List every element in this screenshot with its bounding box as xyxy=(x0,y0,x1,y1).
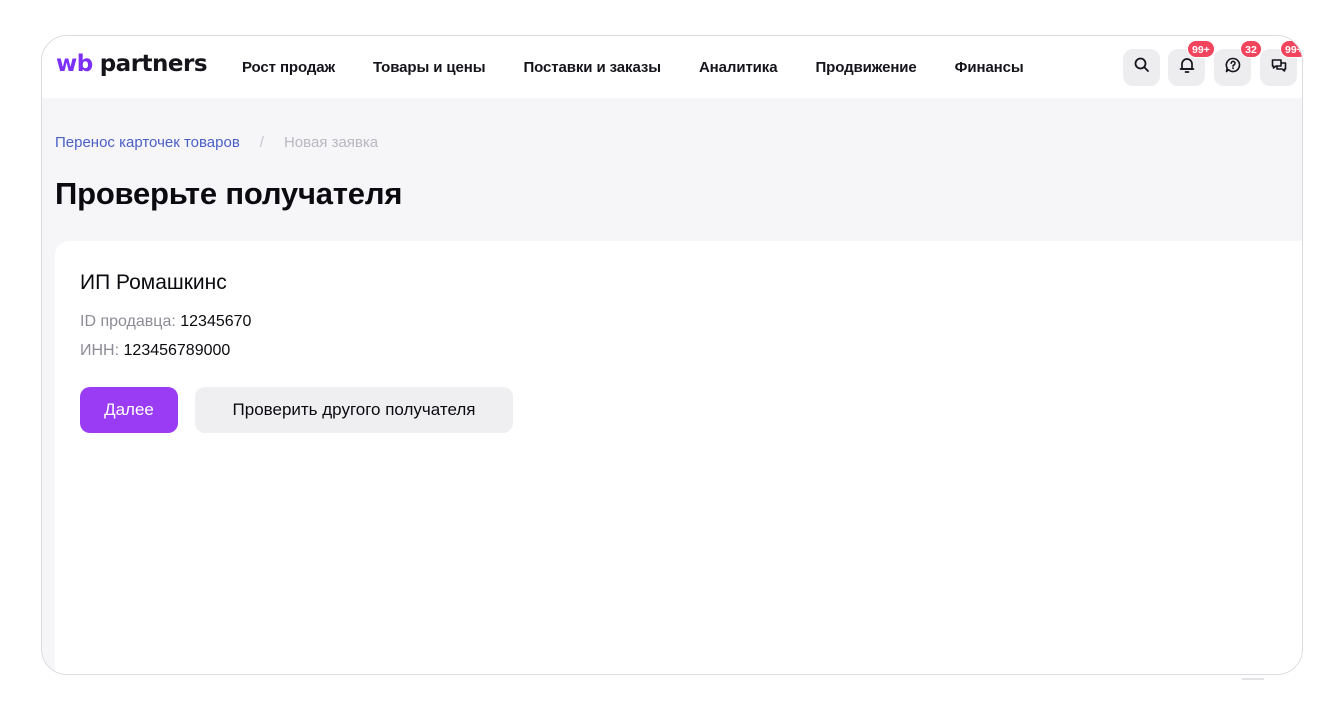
breadcrumb-separator: / xyxy=(259,134,264,151)
search-icon xyxy=(1133,56,1151,79)
questions-button[interactable]: 32 xyxy=(1214,40,1262,86)
seller-id-label: ID продавца: xyxy=(80,313,176,330)
search-button[interactable] xyxy=(1123,49,1160,86)
nav-item-sales-growth[interactable]: Рост продаж xyxy=(242,59,335,76)
breadcrumb-current: Новая заявка xyxy=(283,134,379,151)
question-chat-icon xyxy=(1224,56,1242,79)
logo-wb: wb xyxy=(56,51,93,77)
scrollbar-hint xyxy=(1242,678,1264,680)
chats-button[interactable]: 99+ xyxy=(1260,40,1302,86)
page-title: Проверьте получателя xyxy=(55,176,403,211)
wb-partners-logo[interactable]: wb partners xyxy=(56,51,208,81)
nav-item-analytics[interactable]: Аналитика xyxy=(699,59,778,76)
nav-item-finance[interactable]: Финансы xyxy=(955,59,1024,76)
nav-item-products-prices[interactable]: Товары и цены xyxy=(373,59,486,76)
notifications-badge: 99+ xyxy=(1187,40,1215,58)
breadcrumb: Перенос карточек товаров / Новая заявка xyxy=(55,134,378,151)
recipient-card: ИП Ромашкинс ID продавца: 12345670 ИНН: … xyxy=(55,241,1302,674)
inn-label: ИНН: xyxy=(80,342,120,359)
seller-id-value: 12345670 xyxy=(180,313,252,330)
breadcrumb-link[interactable]: Перенос карточек товаров xyxy=(55,134,240,151)
inn-row: ИНН: 123456789000 xyxy=(80,342,230,360)
notifications-button[interactable]: 99+ xyxy=(1168,40,1215,86)
next-button[interactable]: Далее xyxy=(80,387,178,433)
logo-partners: partners xyxy=(99,51,208,77)
nav-item-supplies-orders[interactable]: Поставки и заказы xyxy=(523,59,661,76)
check-other-recipient-button[interactable]: Проверить другого получателя xyxy=(195,387,513,433)
main-nav: Рост продаж Товары и цены Поставки и зак… xyxy=(242,36,1062,98)
questions-badge: 32 xyxy=(1240,40,1262,58)
recipient-name: ИП Ромашкинс xyxy=(80,271,227,294)
chats-icon xyxy=(1270,56,1288,79)
top-header: wb partners Рост продаж Товары и цены По… xyxy=(42,36,1302,98)
app-window: wb partners Рост продаж Товары и цены По… xyxy=(41,35,1303,675)
inn-value: 123456789000 xyxy=(123,342,231,359)
chats-badge: 99+ xyxy=(1280,40,1302,58)
nav-item-promotion[interactable]: Продвижение xyxy=(815,59,916,76)
bell-icon xyxy=(1178,56,1196,79)
seller-id-row: ID продавца: 12345670 xyxy=(80,313,251,331)
